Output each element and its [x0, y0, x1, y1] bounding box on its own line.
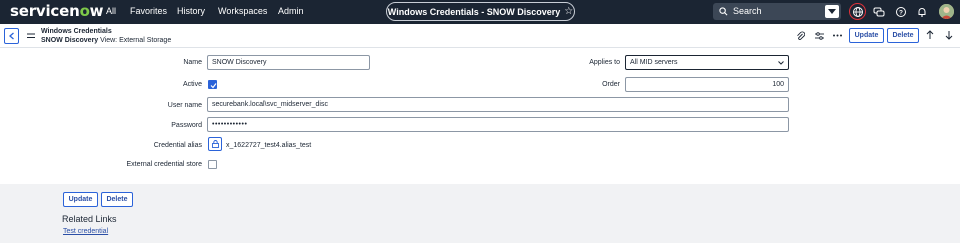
chevron-left-icon	[9, 32, 14, 40]
context-title-pill[interactable]: Windows Credentials - SNOW Discovery ☆	[386, 2, 575, 21]
paperclip-icon[interactable]	[796, 31, 805, 41]
delete-button-footer[interactable]: Delete	[101, 192, 133, 207]
credential-alias-label: Credential alias	[153, 142, 202, 149]
lock-icon	[212, 140, 219, 148]
global-search[interactable]: Search	[713, 3, 841, 20]
active-checkbox[interactable]	[208, 80, 217, 89]
external-store-checkbox[interactable]	[208, 160, 217, 169]
context-menu-icon[interactable]	[27, 33, 35, 39]
view-name: View: External Storage	[100, 37, 172, 44]
next-record-icon[interactable]	[945, 30, 953, 40]
bell-icon[interactable]	[915, 5, 929, 19]
delete-button-header[interactable]: Delete	[887, 28, 919, 43]
order-label: Order	[602, 81, 620, 88]
password-label: Password	[171, 122, 202, 129]
applies-to-value: All MID servers	[630, 59, 678, 66]
settings-sliders-icon[interactable]	[815, 31, 824, 41]
nav-all[interactable]: All	[106, 6, 116, 16]
caret-down-icon	[828, 9, 836, 14]
alias-lookup-button[interactable]	[208, 137, 222, 151]
chat-icon[interactable]	[872, 5, 886, 19]
form-footer	[0, 184, 960, 243]
nav-history[interactable]: History	[177, 6, 205, 16]
form-subtitle: SNOW Discovery View: External Storage	[41, 37, 171, 45]
previous-record-icon[interactable]	[926, 30, 934, 40]
username-field[interactable]: securebank.local\svc_midserver_disc	[207, 97, 789, 112]
active-label: Active	[182, 81, 202, 88]
order-field[interactable]: 100	[625, 77, 789, 92]
nav-favorites[interactable]: Favorites	[130, 6, 167, 16]
search-placeholder: Search	[733, 6, 762, 16]
checkmark-icon	[210, 83, 217, 89]
password-field[interactable]: ••••••••••••	[207, 117, 789, 132]
more-options-icon[interactable]	[833, 34, 842, 37]
globe-icon[interactable]	[851, 5, 865, 19]
back-button[interactable]	[4, 28, 19, 44]
user-avatar[interactable]	[939, 4, 954, 19]
name-field[interactable]: SNOW Discovery	[207, 55, 370, 70]
username-label: User name	[167, 102, 202, 109]
help-icon[interactable]: ?	[894, 5, 908, 19]
top-navigation-bar: servicenow All Favorites History Workspa…	[0, 0, 960, 24]
applies-to-select[interactable]: All MID servers	[625, 55, 789, 70]
chevron-down-icon	[778, 61, 784, 65]
credential-form: Name SNOW Discovery Applies to All MID s…	[0, 49, 960, 184]
test-credential-link[interactable]: Test credential	[63, 228, 108, 235]
form-title: Windows Credentials	[41, 28, 112, 35]
svg-text:?: ?	[899, 10, 903, 17]
credential-alias-value: x_1622727_test4.alias_test	[226, 142, 312, 149]
servicenow-logo[interactable]: servicenow	[10, 2, 104, 20]
record-name: SNOW Discovery	[41, 37, 99, 44]
nav-workspaces[interactable]: Workspaces	[218, 6, 267, 16]
applies-to-label: Applies to	[589, 59, 620, 66]
search-icon	[719, 7, 728, 16]
related-links-heading: Related Links	[62, 214, 117, 224]
name-label: Name	[183, 59, 202, 66]
update-button-footer[interactable]: Update	[63, 192, 98, 207]
search-scope-dropdown[interactable]	[825, 5, 839, 18]
star-icon[interactable]: ☆	[564, 6, 573, 17]
update-button-header[interactable]: Update	[849, 28, 884, 43]
nav-admin[interactable]: Admin	[278, 6, 304, 16]
context-title: Windows Credentials - SNOW Discovery	[387, 6, 561, 17]
external-store-label: External credential store	[126, 161, 202, 168]
